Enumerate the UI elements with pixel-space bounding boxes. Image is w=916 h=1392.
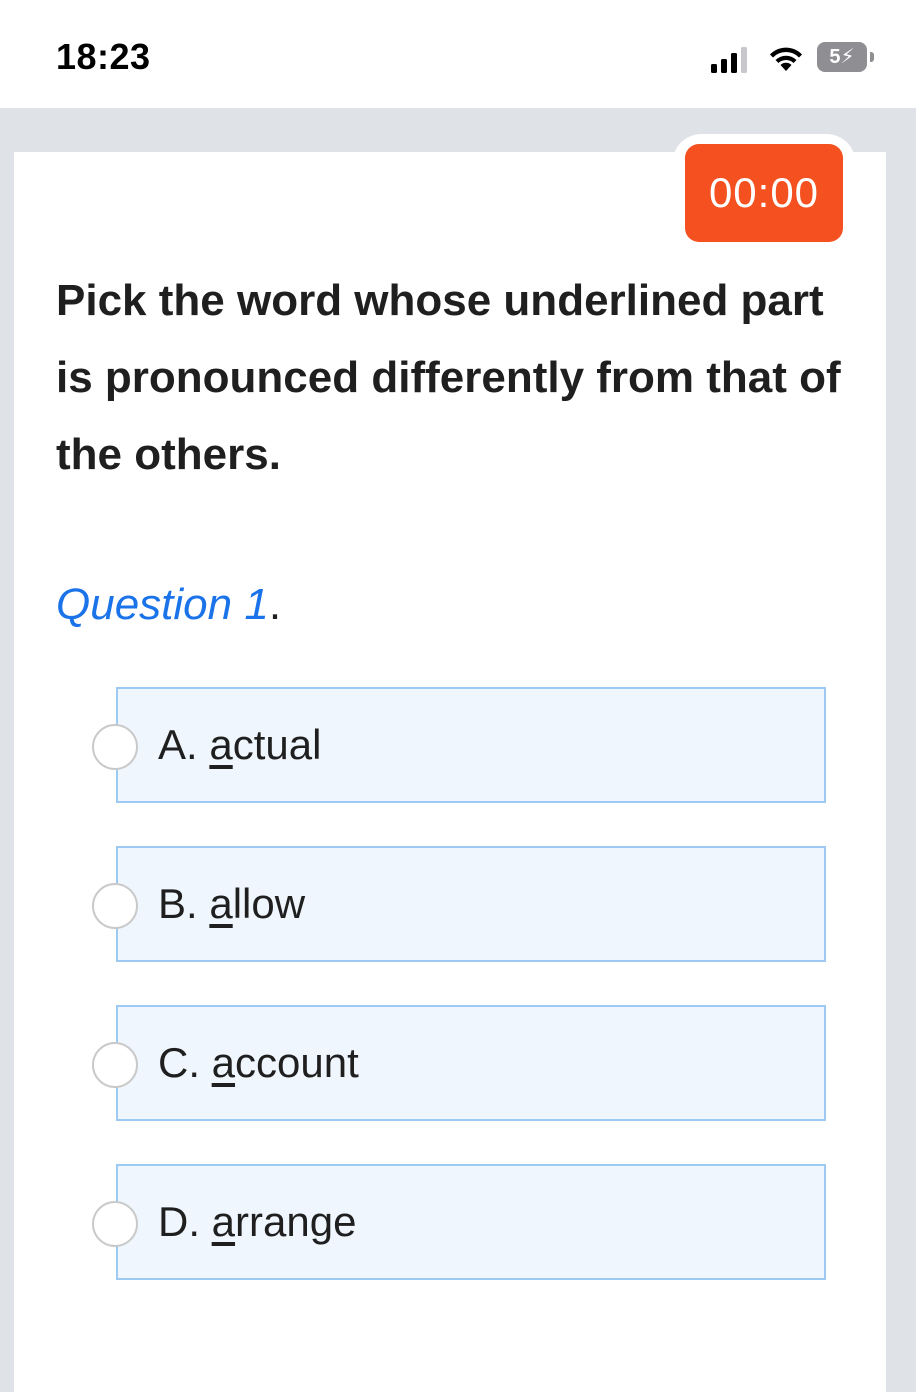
option-word-rest: llow bbox=[232, 880, 306, 927]
countdown-timer: 00:00 bbox=[685, 144, 843, 242]
cellular-signal-icon bbox=[711, 47, 747, 73]
underlined-part: a bbox=[209, 880, 233, 927]
radio-button-d[interactable] bbox=[92, 1201, 138, 1247]
underlined-part: a bbox=[211, 1198, 236, 1245]
option-letter: D. bbox=[158, 1198, 212, 1245]
question-number-text: Question 1 bbox=[56, 580, 269, 629]
option-word-rest: rrange bbox=[235, 1198, 357, 1245]
option-word-rest: ccount bbox=[235, 1039, 359, 1086]
answer-option-d-label[interactable]: D. arrange bbox=[158, 1198, 356, 1246]
status-bar: 18:23 5⚡ bbox=[0, 0, 916, 108]
option-letter: B. bbox=[158, 880, 210, 927]
underlined-part: a bbox=[209, 721, 233, 768]
answer-option-b-label[interactable]: B. allow bbox=[158, 880, 305, 928]
battery-icon: 5⚡ bbox=[817, 42, 875, 72]
battery-level: 5⚡ bbox=[817, 42, 867, 72]
question-instruction: Pick the word whose underlined part is p… bbox=[56, 276, 841, 479]
radio-button-a[interactable] bbox=[92, 724, 138, 770]
answer-option-a-label[interactable]: A. actual bbox=[158, 721, 321, 769]
status-time: 18:23 bbox=[56, 36, 151, 77]
charging-bolt-icon: ⚡ bbox=[840, 46, 855, 68]
wifi-icon bbox=[766, 42, 806, 72]
signal-bar bbox=[741, 47, 747, 73]
signal-bar bbox=[711, 64, 717, 73]
radio-button-b[interactable] bbox=[92, 883, 138, 929]
signal-bar bbox=[731, 53, 737, 73]
radio-button-c[interactable] bbox=[92, 1042, 138, 1088]
option-letter: A. bbox=[158, 721, 210, 768]
battery-tip bbox=[870, 52, 874, 62]
underlined-part: a bbox=[211, 1039, 236, 1086]
option-word-rest: ctual bbox=[232, 721, 322, 768]
option-letter: C. bbox=[158, 1039, 212, 1086]
question-number-suffix: . bbox=[268, 580, 282, 629]
signal-bar bbox=[721, 59, 727, 73]
answer-option-c-label[interactable]: C. account bbox=[158, 1039, 359, 1087]
question-number: Question 1. bbox=[56, 580, 281, 630]
